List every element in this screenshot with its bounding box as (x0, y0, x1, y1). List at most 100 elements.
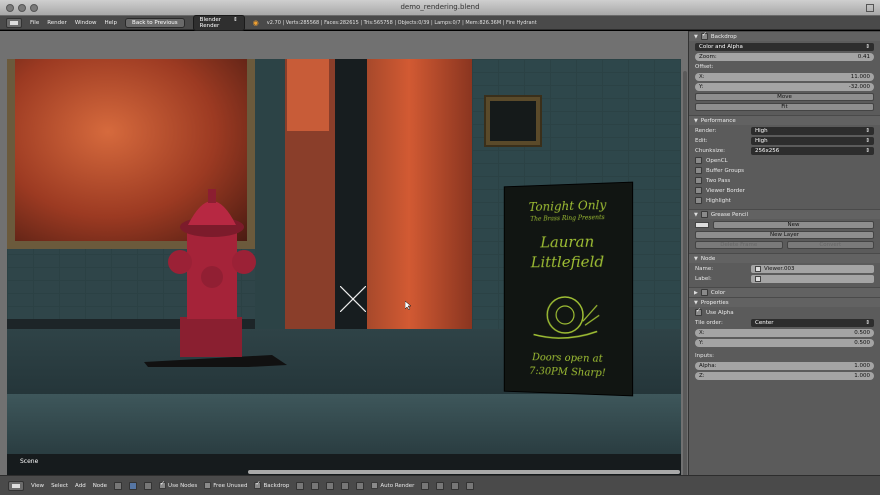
channel-red-icon[interactable] (326, 481, 335, 490)
curb (7, 394, 681, 454)
backdrop-checkbox[interactable] (700, 31, 708, 40)
shader-nodes-icon[interactable] (114, 481, 123, 490)
properties-panel-header[interactable]: ▼ Properties (689, 297, 880, 307)
menu-select[interactable]: Select (51, 483, 68, 489)
channel-alpha-icon[interactable] (311, 481, 320, 490)
z-field[interactable]: Z: 1.000 (695, 371, 874, 380)
vertical-scrollbar[interactable] (683, 71, 687, 475)
center-y-label: Y: (699, 339, 704, 346)
opencl-checkbox[interactable] (695, 157, 702, 164)
node-editor-header: View Select Add Node Use Nodes Free Unus… (0, 475, 880, 495)
sign-line-5: Doors open at (532, 352, 603, 365)
wall-plaque (484, 95, 542, 147)
render-engine-select[interactable]: Blender Render ⇕ (192, 14, 245, 31)
edit-quality-value: High (755, 137, 768, 144)
sign-snail-drawing (526, 285, 605, 346)
auto-render-checkbox[interactable] (371, 482, 379, 489)
menu-view[interactable]: View (31, 483, 44, 489)
backdrop-render-image: Tonight Only The Brass Ring Presents Lau… (7, 59, 681, 475)
edit-quality-select[interactable]: High ⇕ (751, 136, 874, 145)
channel-blue-icon[interactable] (356, 481, 365, 490)
properties-header-label: Properties (700, 299, 729, 306)
menu-file[interactable]: File (30, 20, 39, 26)
wall-plaque-board (490, 101, 536, 141)
paste-nodes-icon[interactable] (466, 481, 475, 490)
tile-order-select[interactable]: Center ⇕ (751, 318, 874, 327)
collapse-triangle-icon: ▼ (694, 33, 698, 40)
center-x-label: X: (699, 329, 705, 336)
node-panel-header[interactable]: ▼ Node (689, 253, 880, 263)
menu-render[interactable]: Render (47, 20, 67, 26)
backdrop-toggle-checkbox[interactable] (254, 480, 262, 489)
compositing-nodes-icon[interactable] (129, 481, 138, 490)
center-x-value: 0.500 (854, 329, 870, 336)
fullscreen-button[interactable] (866, 4, 874, 12)
render-engine-value: Blender Render (199, 16, 221, 29)
render-quality-select[interactable]: High ⇕ (751, 126, 874, 135)
scene-stats: v2.70 | Verts:285568 | Faces:282615 | Tr… (266, 19, 537, 26)
chunksize-label: Chunksize: (695, 147, 726, 154)
node-name-value: Viewer.003 (764, 265, 795, 272)
snap-mode-icon[interactable] (436, 481, 445, 490)
delete-frame-button[interactable]: Delete Frame (695, 240, 783, 249)
menu-node[interactable]: Node (93, 483, 107, 489)
texture-nodes-icon[interactable] (144, 481, 153, 490)
backdrop-channels-select[interactable]: Color and Alpha ⇕ (695, 42, 874, 51)
horizontal-scrollbar[interactable] (248, 470, 680, 474)
use-alpha-checkbox[interactable] (695, 307, 702, 316)
chunksize-select[interactable]: 256x256 ⇕ (751, 146, 874, 155)
menu-help[interactable]: Help (105, 20, 118, 26)
backdrop-panel-header[interactable]: ▼ Backdrop (689, 31, 880, 41)
offset-x-label: X: (699, 73, 705, 80)
node-header-label: Node (700, 255, 716, 262)
highlight-checkbox[interactable] (695, 197, 702, 204)
backdrop-center-cross-icon (340, 286, 366, 312)
channel-green-icon[interactable] (341, 481, 350, 490)
alpha-field[interactable]: Alpha: 1.000 (695, 361, 874, 370)
new-grease-button[interactable]: New (713, 220, 874, 229)
color-checkbox[interactable] (700, 289, 708, 296)
zoom-field[interactable]: Zoom: 0.41 (695, 52, 874, 61)
grease-pencil-panel-header[interactable]: ▼ Grease Pencil (689, 209, 880, 219)
backdrop-channels-value: Color and Alpha (699, 43, 743, 50)
node-editor-viewport[interactable]: Tonight Only The Brass Ring Presents Lau… (0, 31, 688, 475)
back-to-previous-button[interactable]: Back to Previous (125, 17, 185, 28)
two-pass-label: Two Pass (706, 177, 731, 184)
offset-y-field[interactable]: Y: -32.000 (695, 82, 874, 91)
free-unused-checkbox[interactable] (204, 482, 212, 489)
window-title: demo_rendering.blend (400, 3, 480, 11)
two-pass-checkbox[interactable] (695, 177, 702, 184)
menu-add[interactable]: Add (75, 483, 86, 489)
editor-type-button[interactable] (6, 17, 22, 28)
node-name-input[interactable]: Viewer.003 (751, 264, 874, 273)
center-y-field[interactable]: Y: 0.500 (695, 338, 874, 347)
editor-type-button[interactable] (8, 480, 24, 491)
offset-x-value: 11.000 (850, 73, 870, 80)
menu-window[interactable]: Window (75, 20, 97, 26)
offset-x-field[interactable]: X: 11.000 (695, 72, 874, 81)
move-button[interactable]: Move (695, 92, 874, 101)
use-nodes-checkbox[interactable] (159, 480, 167, 489)
color-panel-header[interactable]: ▶ Color (689, 287, 880, 297)
convert-button[interactable]: Convert (786, 240, 874, 249)
auto-render-toggle[interactable]: Auto Render (371, 482, 414, 489)
chevron-updown-icon: ⇕ (865, 43, 870, 50)
new-layer-button[interactable]: New Layer (695, 230, 874, 239)
pencil-icon[interactable] (695, 221, 709, 228)
snap-icon[interactable] (421, 481, 430, 490)
use-nodes-toggle[interactable]: Use Nodes (159, 480, 197, 489)
buffer-groups-checkbox[interactable] (695, 167, 702, 174)
node-name-label: Name: (695, 265, 714, 272)
backdrop-toggle[interactable]: Backdrop (254, 480, 289, 489)
performance-panel-header[interactable]: ▼ Performance (689, 115, 880, 125)
copy-nodes-icon[interactable] (451, 481, 460, 490)
viewer-border-checkbox[interactable] (695, 187, 702, 194)
fit-button[interactable]: Fit (695, 102, 874, 111)
center-x-field[interactable]: X: 0.500 (695, 328, 874, 337)
free-unused-toggle[interactable]: Free Unused (204, 482, 247, 489)
alpha-label: Alpha: (699, 362, 717, 369)
grease-pencil-checkbox[interactable] (700, 211, 708, 218)
sign-line-3: Lauran (540, 232, 595, 252)
node-label-input[interactable] (751, 274, 874, 283)
channel-color-icon[interactable] (296, 481, 305, 490)
